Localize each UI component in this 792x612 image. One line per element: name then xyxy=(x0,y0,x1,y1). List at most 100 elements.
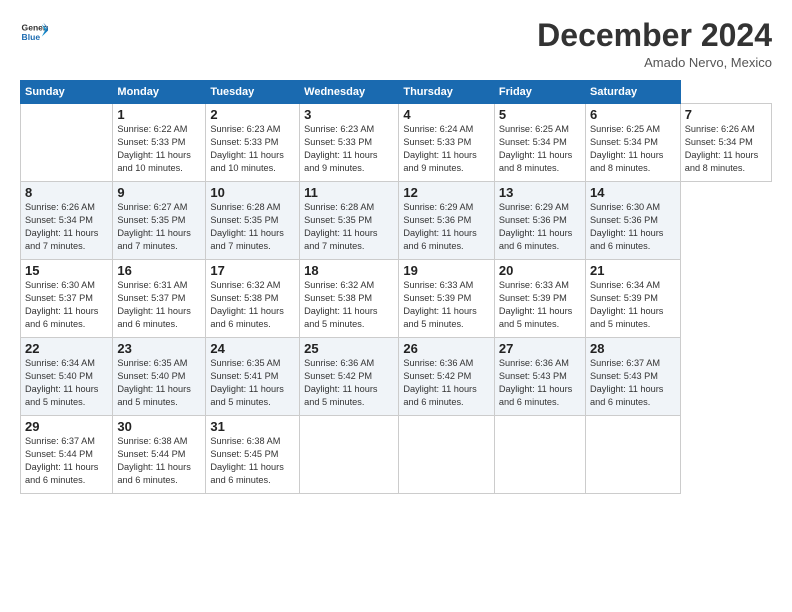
table-row: 24Sunrise: 6:35 AM Sunset: 5:41 PM Dayli… xyxy=(206,338,300,416)
day-number: 4 xyxy=(403,107,490,122)
table-row xyxy=(21,104,113,182)
day-number: 18 xyxy=(304,263,394,278)
day-number: 20 xyxy=(499,263,581,278)
main-title: December 2024 xyxy=(537,18,772,53)
day-info: Sunrise: 6:38 AM Sunset: 5:44 PM Dayligh… xyxy=(117,435,201,487)
day-info: Sunrise: 6:32 AM Sunset: 5:38 PM Dayligh… xyxy=(304,279,394,331)
logo-icon: General Blue xyxy=(20,18,48,46)
table-row: 15Sunrise: 6:30 AM Sunset: 5:37 PM Dayli… xyxy=(21,260,113,338)
day-number: 13 xyxy=(499,185,581,200)
table-row: 22Sunrise: 6:34 AM Sunset: 5:40 PM Dayli… xyxy=(21,338,113,416)
subtitle: Amado Nervo, Mexico xyxy=(537,55,772,70)
day-info: Sunrise: 6:30 AM Sunset: 5:37 PM Dayligh… xyxy=(25,279,108,331)
day-info: Sunrise: 6:36 AM Sunset: 5:43 PM Dayligh… xyxy=(499,357,581,409)
table-row xyxy=(300,416,399,494)
day-info: Sunrise: 6:34 AM Sunset: 5:40 PM Dayligh… xyxy=(25,357,108,409)
day-number: 9 xyxy=(117,185,201,200)
table-row: 23Sunrise: 6:35 AM Sunset: 5:40 PM Dayli… xyxy=(113,338,206,416)
table-row xyxy=(399,416,495,494)
day-info: Sunrise: 6:33 AM Sunset: 5:39 PM Dayligh… xyxy=(403,279,490,331)
table-row: 18Sunrise: 6:32 AM Sunset: 5:38 PM Dayli… xyxy=(300,260,399,338)
day-info: Sunrise: 6:30 AM Sunset: 5:36 PM Dayligh… xyxy=(590,201,676,253)
table-row xyxy=(586,416,681,494)
day-number: 22 xyxy=(25,341,108,356)
day-number: 6 xyxy=(590,107,676,122)
day-number: 29 xyxy=(25,419,108,434)
day-number: 8 xyxy=(25,185,108,200)
day-number: 27 xyxy=(499,341,581,356)
table-row: 10Sunrise: 6:28 AM Sunset: 5:35 PM Dayli… xyxy=(206,182,300,260)
day-info: Sunrise: 6:33 AM Sunset: 5:39 PM Dayligh… xyxy=(499,279,581,331)
col-friday: Friday xyxy=(494,81,585,104)
svg-text:Blue: Blue xyxy=(22,32,41,42)
day-number: 31 xyxy=(210,419,295,434)
table-row: 3Sunrise: 6:23 AM Sunset: 5:33 PM Daylig… xyxy=(300,104,399,182)
table-row: 17Sunrise: 6:32 AM Sunset: 5:38 PM Dayli… xyxy=(206,260,300,338)
day-number: 21 xyxy=(590,263,676,278)
calendar-header-row: Sunday Monday Tuesday Wednesday Thursday… xyxy=(21,81,772,104)
day-info: Sunrise: 6:37 AM Sunset: 5:44 PM Dayligh… xyxy=(25,435,108,487)
day-number: 17 xyxy=(210,263,295,278)
table-row: 21Sunrise: 6:34 AM Sunset: 5:39 PM Dayli… xyxy=(586,260,681,338)
col-sunday: Sunday xyxy=(21,81,113,104)
day-info: Sunrise: 6:37 AM Sunset: 5:43 PM Dayligh… xyxy=(590,357,676,409)
table-row: 16Sunrise: 6:31 AM Sunset: 5:37 PM Dayli… xyxy=(113,260,206,338)
day-number: 2 xyxy=(210,107,295,122)
day-info: Sunrise: 6:32 AM Sunset: 5:38 PM Dayligh… xyxy=(210,279,295,331)
table-row: 7Sunrise: 6:26 AM Sunset: 5:34 PM Daylig… xyxy=(680,104,771,182)
table-row: 6Sunrise: 6:25 AM Sunset: 5:34 PM Daylig… xyxy=(586,104,681,182)
day-info: Sunrise: 6:24 AM Sunset: 5:33 PM Dayligh… xyxy=(403,123,490,175)
day-number: 7 xyxy=(685,107,767,122)
day-info: Sunrise: 6:28 AM Sunset: 5:35 PM Dayligh… xyxy=(210,201,295,253)
table-row: 29Sunrise: 6:37 AM Sunset: 5:44 PM Dayli… xyxy=(21,416,113,494)
table-row: 4Sunrise: 6:24 AM Sunset: 5:33 PM Daylig… xyxy=(399,104,495,182)
day-info: Sunrise: 6:35 AM Sunset: 5:41 PM Dayligh… xyxy=(210,357,295,409)
day-info: Sunrise: 6:25 AM Sunset: 5:34 PM Dayligh… xyxy=(499,123,581,175)
day-number: 10 xyxy=(210,185,295,200)
table-row: 13Sunrise: 6:29 AM Sunset: 5:36 PM Dayli… xyxy=(494,182,585,260)
table-row xyxy=(494,416,585,494)
day-number: 28 xyxy=(590,341,676,356)
table-row: 27Sunrise: 6:36 AM Sunset: 5:43 PM Dayli… xyxy=(494,338,585,416)
table-row: 25Sunrise: 6:36 AM Sunset: 5:42 PM Dayli… xyxy=(300,338,399,416)
header: General Blue December 2024 Amado Nervo, … xyxy=(20,18,772,70)
day-info: Sunrise: 6:29 AM Sunset: 5:36 PM Dayligh… xyxy=(499,201,581,253)
day-number: 25 xyxy=(304,341,394,356)
table-row: 19Sunrise: 6:33 AM Sunset: 5:39 PM Dayli… xyxy=(399,260,495,338)
table-row: 20Sunrise: 6:33 AM Sunset: 5:39 PM Dayli… xyxy=(494,260,585,338)
table-row: 12Sunrise: 6:29 AM Sunset: 5:36 PM Dayli… xyxy=(399,182,495,260)
col-saturday: Saturday xyxy=(586,81,681,104)
day-info: Sunrise: 6:23 AM Sunset: 5:33 PM Dayligh… xyxy=(304,123,394,175)
logo: General Blue xyxy=(20,18,48,46)
day-info: Sunrise: 6:27 AM Sunset: 5:35 PM Dayligh… xyxy=(117,201,201,253)
day-info: Sunrise: 6:29 AM Sunset: 5:36 PM Dayligh… xyxy=(403,201,490,253)
table-row: 31Sunrise: 6:38 AM Sunset: 5:45 PM Dayli… xyxy=(206,416,300,494)
table-row: 5Sunrise: 6:25 AM Sunset: 5:34 PM Daylig… xyxy=(494,104,585,182)
col-wednesday: Wednesday xyxy=(300,81,399,104)
day-info: Sunrise: 6:36 AM Sunset: 5:42 PM Dayligh… xyxy=(403,357,490,409)
page: General Blue December 2024 Amado Nervo, … xyxy=(0,0,792,612)
day-number: 30 xyxy=(117,419,201,434)
table-row: 11Sunrise: 6:28 AM Sunset: 5:35 PM Dayli… xyxy=(300,182,399,260)
col-tuesday: Tuesday xyxy=(206,81,300,104)
table-row: 9Sunrise: 6:27 AM Sunset: 5:35 PM Daylig… xyxy=(113,182,206,260)
day-info: Sunrise: 6:31 AM Sunset: 5:37 PM Dayligh… xyxy=(117,279,201,331)
day-info: Sunrise: 6:25 AM Sunset: 5:34 PM Dayligh… xyxy=(590,123,676,175)
table-row: 30Sunrise: 6:38 AM Sunset: 5:44 PM Dayli… xyxy=(113,416,206,494)
day-number: 1 xyxy=(117,107,201,122)
day-info: Sunrise: 6:28 AM Sunset: 5:35 PM Dayligh… xyxy=(304,201,394,253)
day-info: Sunrise: 6:23 AM Sunset: 5:33 PM Dayligh… xyxy=(210,123,295,175)
day-number: 3 xyxy=(304,107,394,122)
table-row: 14Sunrise: 6:30 AM Sunset: 5:36 PM Dayli… xyxy=(586,182,681,260)
day-info: Sunrise: 6:26 AM Sunset: 5:34 PM Dayligh… xyxy=(685,123,767,175)
day-info: Sunrise: 6:34 AM Sunset: 5:39 PM Dayligh… xyxy=(590,279,676,331)
day-info: Sunrise: 6:35 AM Sunset: 5:40 PM Dayligh… xyxy=(117,357,201,409)
day-info: Sunrise: 6:38 AM Sunset: 5:45 PM Dayligh… xyxy=(210,435,295,487)
day-info: Sunrise: 6:36 AM Sunset: 5:42 PM Dayligh… xyxy=(304,357,394,409)
day-info: Sunrise: 6:22 AM Sunset: 5:33 PM Dayligh… xyxy=(117,123,201,175)
calendar-table: Sunday Monday Tuesday Wednesday Thursday… xyxy=(20,80,772,494)
day-number: 12 xyxy=(403,185,490,200)
day-number: 19 xyxy=(403,263,490,278)
col-monday: Monday xyxy=(113,81,206,104)
day-info: Sunrise: 6:26 AM Sunset: 5:34 PM Dayligh… xyxy=(25,201,108,253)
